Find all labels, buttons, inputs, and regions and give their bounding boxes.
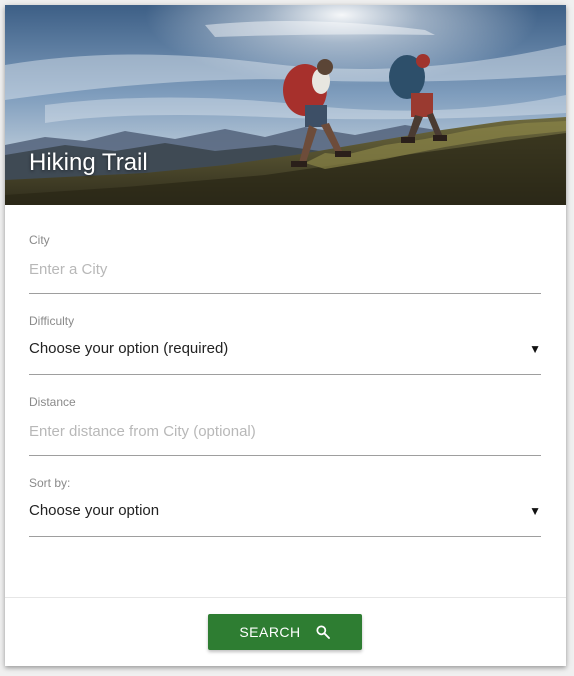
card-title: Hiking Trail [29, 149, 148, 176]
card-footer: SEARCH [5, 597, 566, 666]
search-button-label: SEARCH [239, 624, 301, 640]
city-input[interactable] [29, 253, 541, 285]
search-card: Hiking Trail City Difficulty Choose your… [5, 5, 566, 666]
distance-input[interactable] [29, 415, 541, 447]
search-icon [316, 625, 330, 639]
hero-image: Hiking Trail [5, 5, 566, 205]
difficulty-select[interactable]: Difficulty Choose your option (required)… [29, 314, 541, 375]
city-field: City [29, 233, 541, 294]
difficulty-label: Difficulty [29, 314, 75, 328]
caret-down-icon: ▼ [529, 504, 541, 518]
sort-select[interactable]: Sort by: Choose your option ▼ [29, 476, 541, 537]
sort-selected-value: Choose your option [29, 502, 160, 519]
difficulty-selected-value: Choose your option (required) [29, 340, 229, 357]
sort-label: Sort by: [29, 476, 71, 490]
city-label: City [29, 233, 50, 247]
search-button[interactable]: SEARCH [208, 614, 362, 650]
caret-down-icon: ▼ [529, 342, 541, 356]
distance-field: Distance [29, 395, 541, 456]
distance-label: Distance [29, 395, 76, 409]
